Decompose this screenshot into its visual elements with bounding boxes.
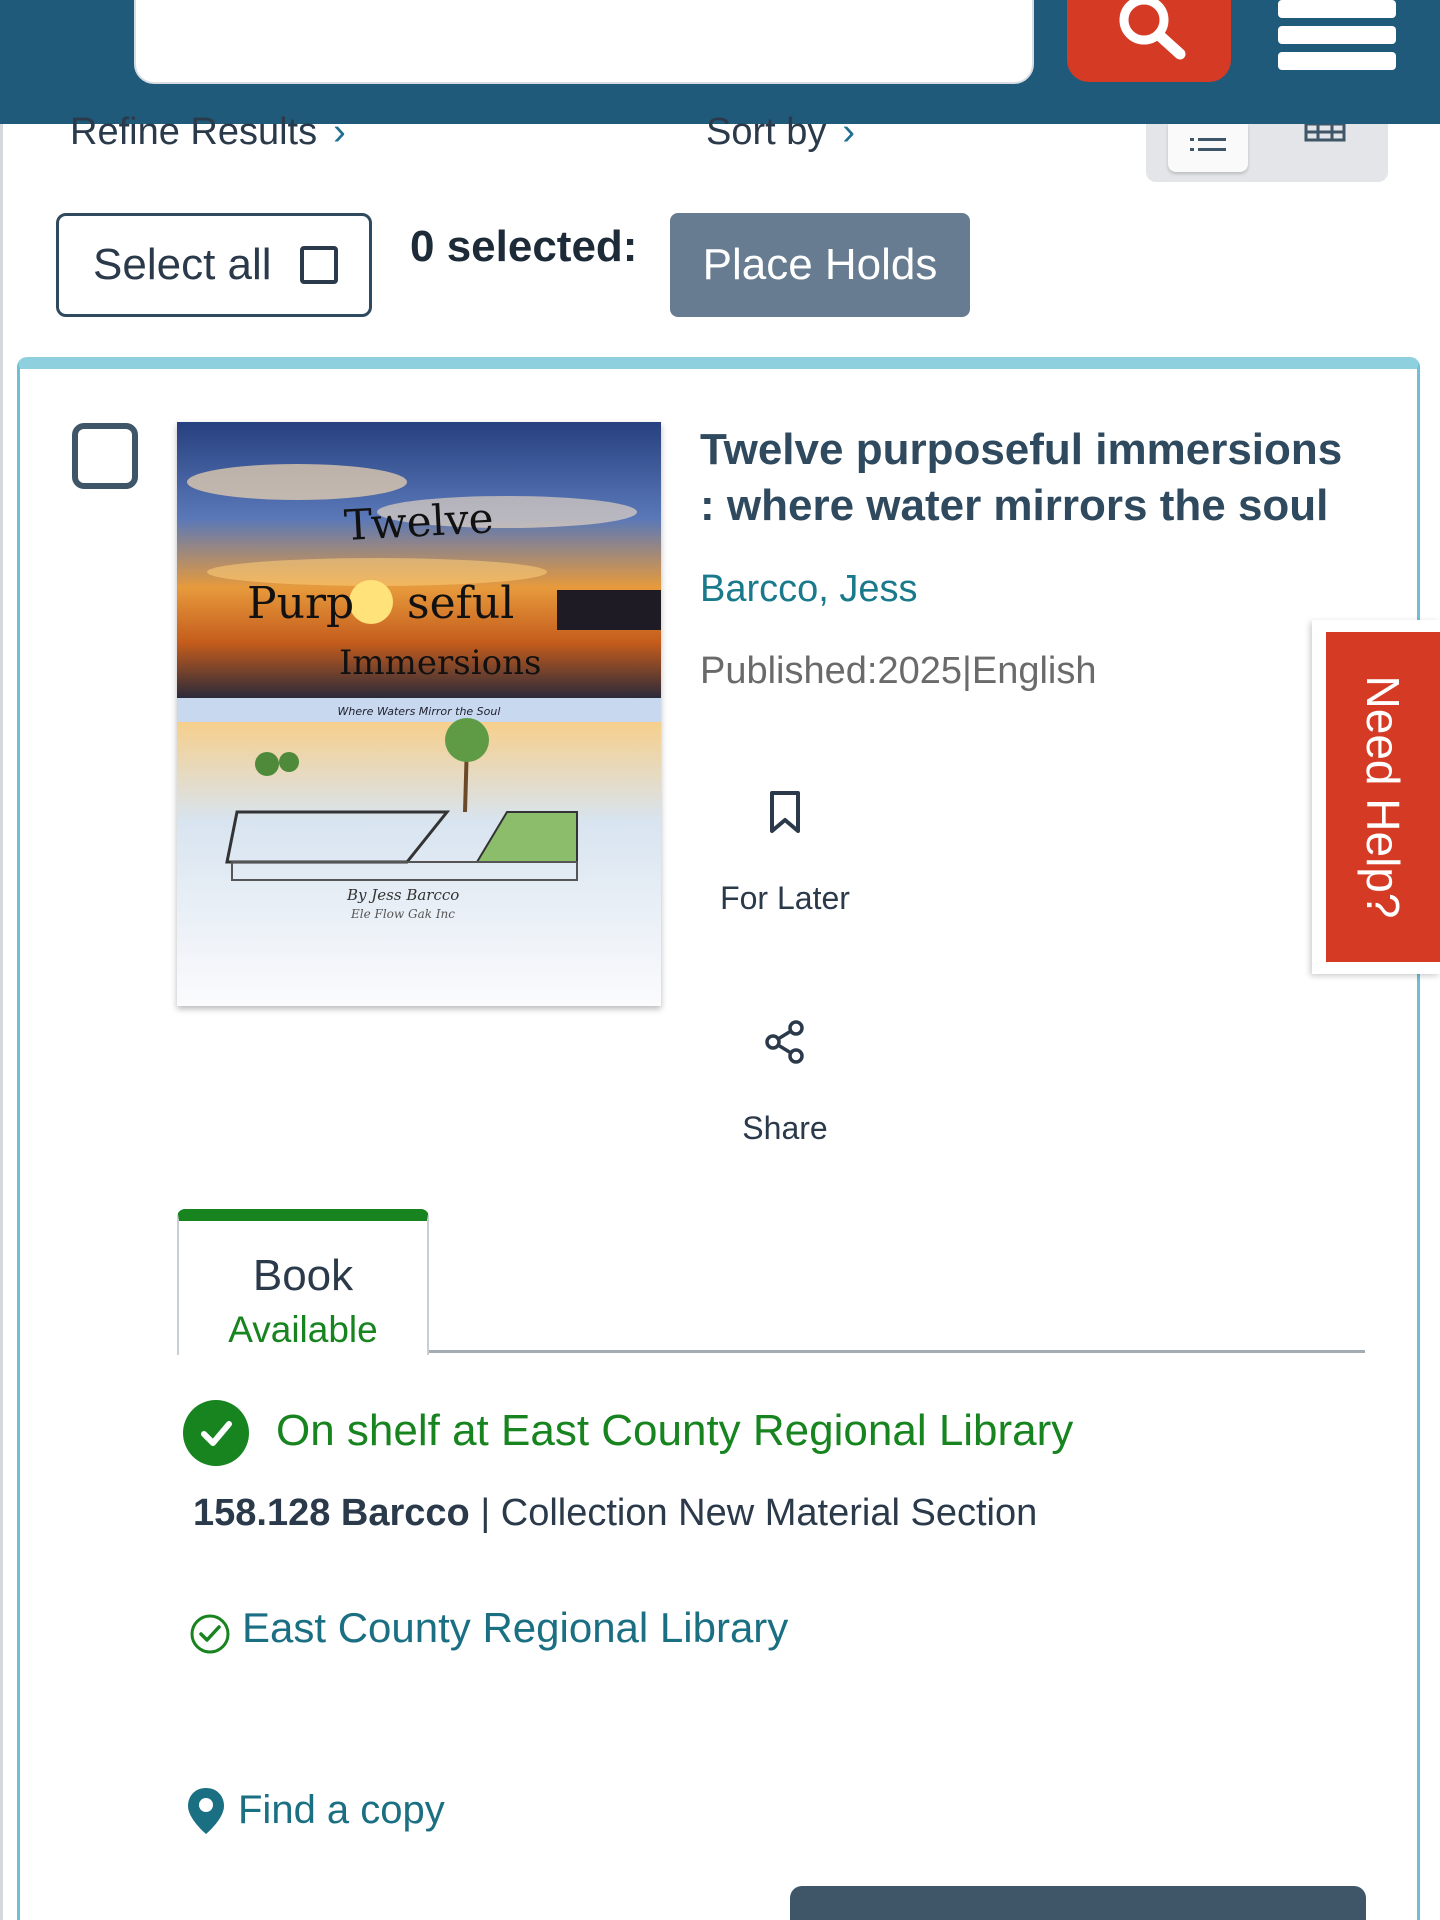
select-all-checkbox[interactable] <box>299 246 338 284</box>
on-shelf-status: On shelf at East County Regional Library <box>276 1406 1074 1455</box>
sort-by-label: Sort by <box>706 111 827 153</box>
search-button[interactable] <box>1067 0 1231 82</box>
author-link[interactable]: Barcco, Jess <box>700 568 918 611</box>
menu-bar <box>1278 52 1396 70</box>
chevron-right-icon: › <box>333 111 346 153</box>
selected-count: 0 selected: <box>410 222 638 271</box>
format-status: Available <box>228 1309 378 1350</box>
call-number: 158.128 Barcco <box>193 1492 470 1534</box>
page-edge <box>0 124 3 1920</box>
sort-by-link[interactable]: Sort by › <box>706 104 855 160</box>
grid-view-icon <box>1304 122 1346 142</box>
share-button[interactable]: Share <box>695 1020 875 1147</box>
place-holds-button[interactable]: Place Holds <box>670 213 970 317</box>
for-later-label: For Later <box>720 880 850 916</box>
check-circle-outline-icon <box>190 1614 230 1654</box>
for-later-button[interactable]: For Later <box>695 790 875 917</box>
find-a-copy-link[interactable]: Find a copy <box>238 1788 445 1833</box>
select-all-button[interactable]: Select all <box>56 213 372 317</box>
list-view-button[interactable] <box>1168 124 1248 172</box>
need-help-button[interactable]: Need Help? <box>1326 632 1440 962</box>
menu-bar <box>1278 26 1396 44</box>
call-number-line: 158.128 Barcco | Collection New Material… <box>193 1492 1037 1535</box>
book-cover[interactable]: Twelve Purp seful Immersions Where Water… <box>177 422 661 1006</box>
chevron-right-icon: › <box>842 111 856 153</box>
cover-title-line3: Immersions <box>339 643 541 683</box>
view-toggle <box>1146 122 1388 182</box>
cover-subtitle: Where Waters Mirror the Soul <box>338 705 501 718</box>
separator: | <box>480 1492 491 1534</box>
search-input[interactable] <box>134 0 1034 84</box>
cover-title-line1: Twelve <box>343 493 495 550</box>
need-help-label: Need Help? <box>1357 675 1409 919</box>
format-name: Book <box>252 1251 354 1300</box>
map-pin-icon <box>188 1788 224 1834</box>
bookmark-icon <box>770 791 800 833</box>
select-all-label: Select all <box>93 240 272 289</box>
refine-results-label: Refine Results <box>70 111 318 153</box>
book-cover-art: Twelve Purp seful Immersions Where Water… <box>177 422 661 1006</box>
refine-results-link[interactable]: Refine Results › <box>70 104 346 160</box>
cover-publisher: Ele Flow Gak Inc <box>350 907 455 921</box>
format-tab-book[interactable]: Book Available <box>177 1209 429 1355</box>
cover-title-line2: Purp <box>247 578 354 629</box>
cover-title-line2b: seful <box>407 578 514 629</box>
share-icon <box>765 1020 804 1064</box>
cover-byline: By Jess Barcco <box>346 886 459 904</box>
primary-action-button[interactable] <box>790 1886 1366 1920</box>
hamburger-menu-button[interactable] <box>1278 0 1396 70</box>
hamburger-menu-icon <box>1278 0 1396 18</box>
list-view-icon <box>1190 138 1226 151</box>
share-label: Share <box>742 1110 828 1146</box>
grid-view-button[interactable] <box>1304 122 1364 144</box>
search-icon <box>1119 0 1186 60</box>
branch-link[interactable]: East County Regional Library <box>242 1604 788 1652</box>
result-title-link[interactable]: Twelve purposeful immersions : where wat… <box>700 422 1360 534</box>
check-circle-icon <box>183 1400 249 1466</box>
publication-info: Published:2025|English <box>700 650 1097 692</box>
need-help-tab[interactable]: Need Help? <box>1312 620 1440 974</box>
collection: Collection New Material Section <box>500 1492 1038 1534</box>
checkmark-icon <box>201 1421 232 1446</box>
result-checkbox[interactable] <box>72 423 138 489</box>
